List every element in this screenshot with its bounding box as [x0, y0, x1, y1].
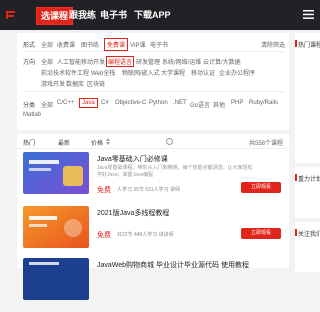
course-desc: Java零基础课程，带你从入门到精通，每个技能点都讲透，让大家轻松学好Java；…: [97, 165, 253, 178]
sort-newest[interactable]: 最新: [58, 138, 70, 147]
sort-bar: 热门 最新 价格 共558个课程: [17, 134, 289, 149]
top-nav: 选课程 跟我练 电子书 下载APP: [0, 0, 320, 30]
sort-arrow-icon[interactable]: [106, 138, 110, 145]
course-meta: 共22节 446人学习 讲讲师: [117, 232, 174, 238]
filter-option[interactable]: 大学课程: [161, 68, 185, 77]
filter-option[interactable]: C/C++: [57, 100, 74, 106]
course-thumbnail[interactable]: [23, 152, 89, 194]
filter-option-selected[interactable]: 编程语言: [106, 56, 135, 67]
course-item[interactable]: 2021版Java多线程教程 免费 共22节 446人学习 讲讲师 立即观看: [23, 206, 285, 260]
clear-filter-button[interactable]: 清除筛选: [261, 40, 285, 49]
sort-hot[interactable]: 热门: [23, 138, 35, 147]
filter-option[interactable]: 企业办公程序: [219, 68, 255, 77]
sidebar-title: 关注我们: [298, 232, 320, 238]
filter-option[interactable]: 移动认证: [191, 68, 215, 77]
filter-label: 形式: [23, 43, 36, 49]
filter-option[interactable]: Web全栈: [91, 68, 115, 77]
filter-option[interactable]: PHP: [231, 100, 243, 106]
filter-radio[interactable]: [166, 138, 173, 145]
course-total: 共558个课程: [248, 141, 283, 147]
filter-option[interactable]: 全部: [41, 57, 53, 66]
filter-option[interactable]: Go语言: [190, 100, 210, 109]
filter-option[interactable]: Python: [149, 100, 168, 106]
filter-option[interactable]: 人工智能: [57, 57, 81, 66]
filter-option[interactable]: 电子书: [150, 40, 168, 49]
filter-option[interactable]: 软件工程: [65, 68, 89, 77]
brand-logo-icon[interactable]: [4, 9, 17, 21]
divider: [23, 51, 285, 52]
course-title[interactable]: Java零基础入门必修课: [97, 154, 168, 164]
filter-option[interactable]: 数据库: [66, 79, 84, 88]
filter-option[interactable]: C#: [101, 100, 109, 106]
tab-download-app[interactable]: 下载APP: [134, 9, 171, 21]
filter-option[interactable]: 云计算/大数据: [203, 57, 241, 66]
filter-option[interactable]: 系统/网络/运维: [162, 57, 201, 66]
filter-label: 分类: [23, 103, 36, 109]
filter-option[interactable]: 研发管理: [136, 57, 160, 66]
sidebar-section: 热门课程: [295, 33, 320, 163]
sort-price[interactable]: 价格: [91, 138, 103, 147]
filter-option[interactable]: Ruby/Rails: [249, 100, 278, 106]
filter-option[interactable]: 移动开发: [81, 57, 105, 66]
tab-select-course[interactable]: 选课程: [36, 7, 74, 25]
filter-option[interactable]: 物联网/嵌入式: [122, 68, 160, 77]
filter-option[interactable]: 图书练: [81, 40, 99, 49]
watch-now-button[interactable]: 立即观看: [241, 228, 281, 239]
sidebar-title: 热门课程: [298, 43, 320, 49]
course-thumbnail[interactable]: [23, 206, 89, 248]
filter-option[interactable]: Matlab: [23, 112, 41, 118]
filter-option[interactable]: Objective-C: [115, 100, 146, 106]
tab-ebooks[interactable]: 电子书: [100, 9, 127, 21]
filter-label: 方向: [23, 60, 36, 66]
watch-now-button[interactable]: 立即观看: [241, 182, 281, 193]
filter-option[interactable]: 全部: [41, 40, 53, 49]
hamburger-menu-icon[interactable]: [303, 10, 314, 19]
course-price: 免费: [97, 187, 111, 194]
sidebar-section: 关注我们: [295, 218, 320, 272]
filter-panel: 形式 全部 收费课 图书练 免费课 VIP课 电子书 清除筛选 方向 全部 人工…: [17, 33, 289, 130]
filter-option[interactable]: 收费课: [57, 40, 75, 49]
course-thumbnail[interactable]: [23, 258, 89, 300]
course-item[interactable]: JavaWeb购物商城 毕业设计毕业源代码 使用教程: [23, 258, 285, 312]
course-list-panel: 热门 最新 价格 共558个课程 Java零基础入门必修课 Java零基础课程，…: [17, 134, 289, 300]
filter-option[interactable]: 前沿技术: [41, 68, 65, 77]
course-meta: 人学习 35节 631人学习 讲师: [117, 187, 181, 193]
course-title[interactable]: JavaWeb购物商城 毕业设计毕业源代码 使用教程: [97, 260, 249, 270]
filter-option[interactable]: .NET: [173, 100, 187, 106]
filter-option-selected[interactable]: Java: [79, 98, 98, 108]
filter-option[interactable]: 区块链: [87, 79, 105, 88]
divider: [23, 91, 285, 92]
course-item[interactable]: Java零基础入门必修课 Java零基础课程，带你从入门到精通，每个技能点都讲透…: [23, 152, 285, 206]
right-sidebar: 热门课程 重力计划 关注我们: [295, 33, 320, 272]
sidebar-title: 重力计划: [298, 177, 320, 183]
filter-option[interactable]: 其他: [213, 100, 225, 109]
tab-practice[interactable]: 跟我练: [69, 9, 96, 21]
filter-option[interactable]: VIP课: [130, 40, 146, 49]
course-title[interactable]: 2021版Java多线程教程: [97, 208, 169, 218]
filter-option[interactable]: 游戏开发: [41, 79, 65, 88]
course-price: 免费: [97, 232, 111, 239]
filter-option[interactable]: 全部: [41, 100, 53, 109]
filter-option-selected[interactable]: 免费课: [104, 38, 129, 51]
